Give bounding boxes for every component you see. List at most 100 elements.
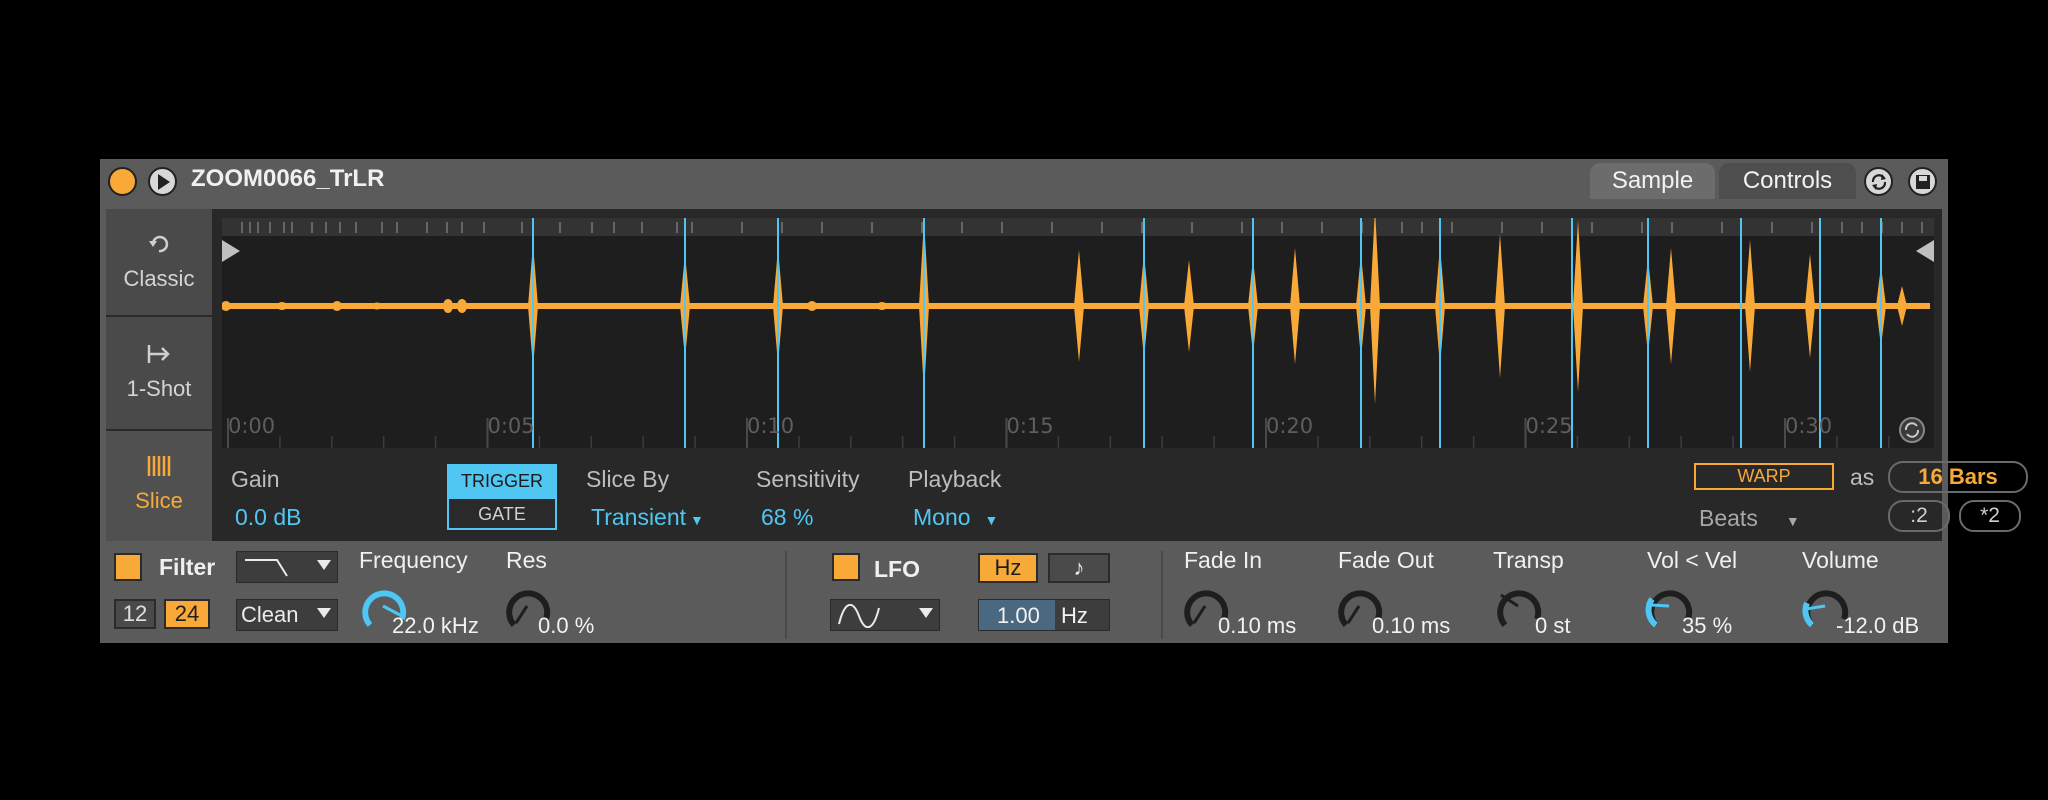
bars-value[interactable]: 16 Bars [1888,461,2028,493]
lfo-shape-dropdown[interactable] [830,599,940,631]
save-icon[interactable] [1908,167,1937,196]
divider [785,551,787,639]
mode-slice-label: Slice [135,488,183,513]
transient-spike [1573,220,1583,392]
one-shot-icon [106,341,212,372]
sensitivity-label: Sensitivity [756,466,860,492]
fade-out-value: 0.10 ms [1372,613,1451,638]
res-label: Res [506,547,547,573]
sample-title: ZOOM0066_TrLR [191,165,385,192]
transient-spike [1370,218,1380,404]
transient-spike [1290,248,1300,364]
fade-in-label: Fade In [1184,547,1262,573]
filter-circuit-value: Clean [241,602,299,627]
waveform-display[interactable]: 0:00 0:05 0:10 0:15 0:20 0:25 0:30 [222,218,1934,448]
trigger-gate-switch[interactable]: TRIGGER GATE [447,464,557,530]
warp-button[interactable]: WARP [1694,463,1834,490]
time-label: 0:25 [1526,414,1573,438]
warp-mode-value: Beats [1699,505,1758,531]
chevron-down-icon: ▼ [690,512,704,528]
filter-label: Filter [159,554,216,580]
lfo-sync-button[interactable]: ♪ [1048,553,1110,583]
slope-12-button[interactable]: 12 [114,599,156,629]
volume-value: -12.0 dB [1836,613,1920,638]
chevron-down-icon: ▼ [984,512,999,528]
waveform-bump [277,302,287,310]
transient-ruler [222,218,1934,236]
slice-icon [106,453,212,484]
refresh-icon[interactable] [1864,167,1893,196]
gate-option[interactable]: GATE [449,497,555,528]
device-title-bar: ZOOM0066_TrLR Sample Controls [100,159,1948,203]
half-tempo-button[interactable]: :2 [1888,500,1950,532]
gain-value[interactable]: 0.0 dB [235,504,302,531]
lfo-rate-unit: Hz [1061,603,1088,628]
mode-oneshot-button[interactable]: 1-Shot [106,319,212,431]
time-grid [227,418,1890,448]
transient-spike [1745,240,1755,372]
trigger-option[interactable]: TRIGGER [449,466,555,497]
time-labels: 0:00 0:05 0:10 0:15 0:20 0:25 0:30 [228,414,1832,438]
time-label: 0:05 [488,414,535,438]
follow-icon[interactable] [1899,417,1925,443]
filter-toggle[interactable] [114,553,142,581]
lfo-hz-button[interactable]: Hz [978,553,1038,583]
playback-dropdown[interactable]: Mono ▼ [913,504,998,531]
double-tempo-button[interactable]: *2 [1959,500,2021,532]
transient-spike [1495,234,1505,378]
time-label: 0:20 [1266,414,1313,438]
waveform-bump [457,299,467,313]
slice-markers [532,218,1882,448]
chevron-down-icon [317,560,331,570]
time-label: 0:30 [1785,414,1832,438]
lfo-toggle[interactable] [832,553,860,581]
lowpass-icon [245,559,288,577]
play-icon[interactable] [148,167,177,196]
playback-label: Playback [908,466,1002,492]
power-icon[interactable] [108,167,137,196]
frequency-label: Frequency [359,547,468,573]
lfo-rate-field[interactable]: 1.00 Hz [978,599,1110,631]
waveform-bump [877,302,887,310]
vol-vel-label: Vol < Vel [1647,547,1738,573]
time-label: 0:00 [228,414,275,438]
lfo-label: LFO [874,556,920,582]
chevron-down-icon [919,608,933,618]
fade-in-value: 0.10 ms [1218,613,1297,638]
sample-area: Classic 1-Shot Slice 0:00 0:05 0:10 0:15… [106,209,2028,541]
simpler-device: ZOOM0066_TrLR Sample Controls Classic 1-… [100,159,2028,643]
waveform-bump [332,301,342,311]
mode-classic-label: Classic [123,266,195,291]
playback-value: Mono [913,504,971,530]
waveform-bump [372,302,382,310]
transient-spike [1184,260,1194,352]
waveform-bump [222,301,231,311]
filter-type-dropdown[interactable] [236,551,338,583]
divider [1161,551,1163,639]
waveform-bump [443,299,453,313]
time-label: 0:15 [1007,414,1054,438]
transp-value: 0 st [1535,613,1571,638]
slice-by-dropdown[interactable]: Transient ▼ [591,504,704,531]
transient-spike [1805,254,1815,358]
fade-out-label: Fade Out [1338,547,1434,573]
as-label: as [1850,464,1875,490]
transient-spike [1074,250,1084,362]
slope-24-button[interactable]: 24 [164,599,210,629]
transient-spike [1897,286,1907,326]
sensitivity-value[interactable]: 68 % [761,504,813,531]
mode-slice-button[interactable]: Slice [106,431,212,541]
res-value: 0.0 % [538,613,595,638]
warp-mode-dropdown[interactable]: Beats ▼ [1699,505,1800,532]
start-marker[interactable] [222,240,240,262]
waveform-svg: 0:00 0:05 0:10 0:15 0:20 0:25 0:30 [222,218,1934,448]
mode-classic-button[interactable]: Classic [106,209,212,317]
time-label: 0:10 [747,414,794,438]
frequency-value: 22.0 kHz [392,613,479,638]
volume-label: Volume [1802,547,1879,573]
filter-circuit-dropdown[interactable]: Clean [236,599,338,631]
tab-controls[interactable]: Controls [1719,163,1856,199]
tab-sample[interactable]: Sample [1590,163,1715,199]
bottom-controls: Filter 12 24 Clean Frequency 22.0 kHz Re… [100,541,1948,643]
end-marker[interactable] [1916,240,1934,262]
